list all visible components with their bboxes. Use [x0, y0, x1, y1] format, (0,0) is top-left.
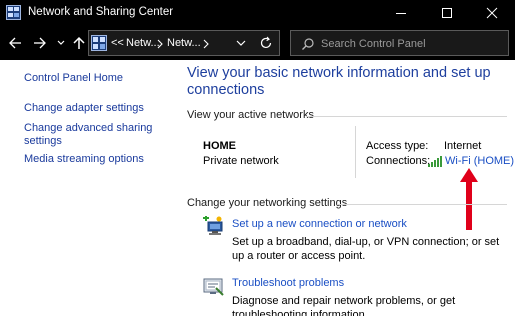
search-box[interactable] [290, 30, 509, 56]
active-networks-label: View your active networks [187, 109, 314, 121]
section-divider [306, 116, 507, 117]
back-button[interactable] [5, 33, 25, 53]
red-arrow-icon [460, 168, 478, 230]
access-type-label: Access type: [366, 140, 429, 152]
nav-change-advanced-sharing[interactable]: Change advanced sharing settings [24, 122, 174, 148]
troubleshoot-link[interactable]: Troubleshoot problems [232, 277, 344, 289]
troubleshoot-icon [203, 278, 224, 296]
left-nav-pane: Control Panel Home Change adapter settin… [0, 60, 178, 316]
nav-change-adapter-settings[interactable]: Change adapter settings [24, 102, 174, 115]
network-name: HOME [203, 140, 236, 152]
breadcrumb-overflow[interactable]: << [111, 37, 124, 49]
maximize-icon [442, 8, 452, 18]
breadcrumb-item-2[interactable]: Netw... [167, 37, 201, 49]
page-title: View your basic network information and … [187, 65, 491, 98]
arrow-right-icon [34, 37, 46, 49]
setup-connection-link[interactable]: Set up a new connection or network [232, 218, 407, 230]
change-settings-label: Change your networking settings [187, 197, 348, 209]
address-bar[interactable]: << Netw... Netw... [88, 30, 280, 56]
access-type-value: Internet [444, 140, 482, 152]
network-divider [355, 126, 356, 178]
search-input[interactable] [321, 35, 501, 52]
recent-locations-button[interactable] [55, 33, 67, 53]
control-panel-icon [91, 35, 107, 51]
new-connection-icon [203, 216, 223, 235]
address-dropdown-icon[interactable] [234, 36, 248, 50]
nav-media-streaming[interactable]: Media streaming options [24, 153, 174, 166]
network-category: Private network [203, 155, 279, 167]
close-icon [486, 7, 498, 19]
nav-control-panel-home[interactable]: Control Panel Home [24, 72, 174, 85]
maximize-button[interactable] [424, 0, 470, 26]
wifi-connection-link[interactable]: Wi-Fi (HOME) [445, 155, 514, 167]
chevron-down-icon [57, 40, 65, 45]
section-divider [337, 204, 507, 205]
navigation-bar: << Netw... Netw... [0, 26, 515, 60]
window-title: Network and Sharing Center [28, 6, 174, 18]
arrow-up-icon [73, 36, 85, 49]
arrow-left-icon [9, 37, 21, 49]
setup-connection-description: Set up a broadband, dial-up, or VPN conn… [232, 236, 500, 262]
minimize-button[interactable] [378, 0, 424, 26]
minimize-icon [396, 13, 406, 14]
close-button[interactable] [469, 0, 515, 26]
title-bar: Network and Sharing Center [0, 0, 515, 26]
search-icon [302, 38, 314, 50]
refresh-icon[interactable] [258, 35, 274, 51]
up-button[interactable] [69, 33, 89, 53]
wifi-signal-icon [428, 156, 442, 167]
chevron-right-icon[interactable] [201, 37, 211, 51]
connections-label: Connections: [366, 155, 431, 167]
troubleshoot-description: Diagnose and repair network problems, or… [232, 295, 456, 316]
forward-button[interactable] [30, 33, 50, 53]
network-center-icon [6, 5, 21, 20]
chevron-right-icon[interactable] [155, 37, 165, 51]
